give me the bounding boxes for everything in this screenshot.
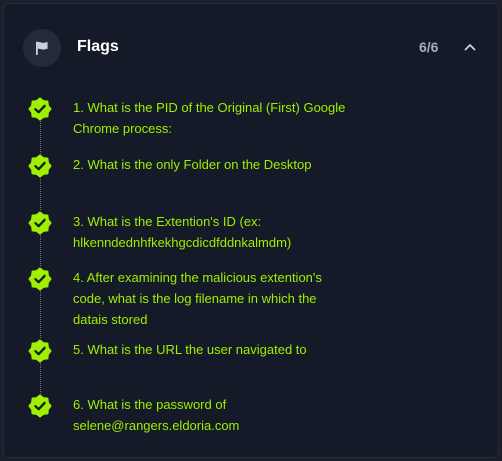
flag-icon-badge	[23, 29, 61, 67]
flag-question-line: 4. After examining the malicious extenti…	[73, 270, 322, 285]
flag-question: 2. What is the only Folder on the Deskto…	[73, 154, 373, 175]
flag-question-line: 3. What is the Extention's ID (ex:	[73, 214, 262, 229]
flags-progress-count: 6/6	[419, 39, 439, 55]
completed-check-icon	[28, 394, 52, 418]
completed-check-icon	[28, 211, 52, 235]
flag-question-line: code, what is the log filename in which …	[73, 291, 317, 306]
collapse-button[interactable]	[461, 38, 479, 56]
flag-question-line: 5. What is the URL the user navigated to	[73, 342, 307, 357]
flag-question-line: Chrome process:	[73, 121, 172, 136]
flag-question: 6. What is the password of selene@ranger…	[73, 394, 373, 436]
completed-check-icon	[28, 267, 52, 291]
flag-question-line: hlkenndednhfkekhgcdicdfddnkalmdm)	[73, 235, 292, 250]
flag-question: 4. After examining the malicious extenti…	[73, 267, 373, 330]
flag-question: 1. What is the PID of the Original (Firs…	[73, 97, 373, 139]
flag-question-line: selene@rangers.eldoria.com	[73, 418, 240, 433]
flag-question: 5. What is the URL the user navigated to	[73, 339, 373, 360]
panel-title: Flags	[77, 38, 119, 55]
completed-check-icon	[28, 339, 52, 363]
flag-question-line: datais stored	[73, 312, 148, 327]
chevron-up-icon	[464, 44, 476, 51]
flag-question-line: 6. What is the password of	[73, 397, 227, 412]
flag-question-line: 1. What is the PID of the Original (Firs…	[73, 100, 346, 115]
flags-panel: Flags 6/6 1. What is the PID of the Orig…	[3, 3, 499, 458]
flag-question-line: 2. What is the only Folder on the Deskto…	[73, 157, 312, 172]
flag-question: 3. What is the Extention's ID (ex: hlken…	[73, 211, 373, 253]
completed-check-icon	[28, 154, 52, 178]
flag-icon	[36, 41, 48, 55]
flags-header[interactable]: Flags 6/6	[4, 4, 498, 92]
completed-check-icon	[28, 97, 52, 121]
